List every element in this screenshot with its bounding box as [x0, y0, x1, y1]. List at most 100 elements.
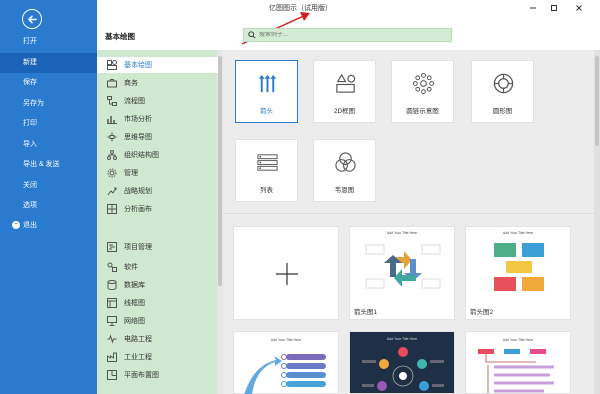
- circular-chain-icon: [412, 72, 435, 95]
- org-chart-icon: [107, 150, 117, 160]
- category-flowchart[interactable]: 流程图: [97, 93, 218, 109]
- tile-2d-shapes[interactable]: 2D框图: [313, 60, 376, 123]
- category-network[interactable]: 网络图: [97, 313, 218, 329]
- tile-list[interactable]: 列表: [235, 139, 298, 202]
- search-box[interactable]: [243, 28, 452, 42]
- category-mind-map[interactable]: 思维导图: [97, 129, 218, 145]
- template-thumbnail: Add Your Title Here: [234, 332, 338, 394]
- category-label: 线框图: [124, 300, 145, 307]
- category-management[interactable]: 管理: [97, 165, 218, 181]
- template-card-3[interactable]: Add Your Title Here: [233, 331, 339, 394]
- menu-options[interactable]: 选项: [0, 196, 97, 216]
- canvas-grid-icon: [107, 204, 117, 214]
- template-scrollbar-thumb[interactable]: [595, 56, 599, 146]
- tile-venn[interactable]: 韦恩图: [313, 139, 376, 202]
- category-label: 组织结构图: [124, 152, 159, 159]
- menu-open[interactable]: 打开: [0, 32, 97, 52]
- category-project-management[interactable]: 项目管理: [97, 239, 218, 255]
- section-title: 基本绘图: [105, 32, 135, 41]
- template-card-arrow-2[interactable]: Add Your Title Here 箭头图2: [465, 226, 571, 320]
- network-icon: [107, 316, 117, 326]
- radial-diagram-icon: [362, 347, 444, 391]
- category-label: 基本绘图: [124, 62, 152, 69]
- database-icon: [107, 280, 117, 290]
- category-scrollbar-thumb[interactable]: [218, 56, 222, 286]
- category-org-chart[interactable]: 组织结构图: [97, 147, 218, 163]
- category-label: 数据库: [124, 282, 145, 289]
- category-label: 项目管理: [124, 244, 152, 251]
- section-divider: [223, 213, 600, 214]
- template-card-arrow-1[interactable]: Add Your Title Here 箭头图1: [349, 226, 455, 320]
- category-floor-plan[interactable]: 平面布置图: [97, 367, 218, 383]
- four-arrow-diagram-icon: [494, 243, 544, 291]
- strategy-icon: [107, 186, 117, 196]
- tile-circular-chain[interactable]: 圆链示意图: [391, 60, 454, 123]
- minimize-icon[interactable]: [528, 3, 538, 13]
- category-label: 分析画布: [124, 206, 152, 213]
- tile-label: 2D框图: [333, 108, 356, 115]
- thumb-title: Add Your Title Here: [386, 231, 418, 235]
- template-thumbnail: Add Your Title Here: [350, 227, 454, 301]
- exit-icon: −: [12, 221, 20, 230]
- thumb-title: Add Your Title Here: [386, 337, 418, 341]
- category-label: 工业工程: [124, 354, 152, 361]
- template-caption: 箭头图1: [354, 309, 378, 316]
- category-label: 软件: [124, 264, 138, 271]
- tile-label: 韦恩图: [334, 187, 355, 194]
- menu-import[interactable]: 导入: [0, 135, 97, 155]
- thumb-title: Add Your Title Here: [502, 338, 534, 342]
- venn-icon: [335, 152, 356, 172]
- search-input[interactable]: [259, 32, 449, 38]
- backstage-sidebar: 打开 新建 保存 另存为 打印 导入 导出 & 发送 关闭 选项 − 退出: [0, 0, 97, 394]
- menu-new[interactable]: 新建: [0, 53, 97, 73]
- tile-arrows[interactable]: 箭头: [235, 60, 298, 123]
- maximize-icon[interactable]: [549, 3, 559, 13]
- close-icon[interactable]: [574, 3, 584, 13]
- circuit-icon: [107, 334, 117, 344]
- thumb-title: Add Your Title Here: [270, 338, 302, 342]
- menu-exit[interactable]: − 退出: [0, 216, 97, 236]
- category-industrial[interactable]: 工业工程: [97, 349, 218, 365]
- template-card-4[interactable]: Add Your Title Here: [349, 331, 455, 394]
- flow-list-diagram-icon: [478, 349, 554, 393]
- category-wireframe[interactable]: 线框图: [97, 295, 218, 311]
- tile-label: 圆链示意图: [406, 108, 439, 115]
- category-label: 网络图: [124, 318, 145, 325]
- category-label: 思维导图: [124, 134, 152, 141]
- menu-save-as[interactable]: 另存为: [0, 94, 97, 114]
- tile-label: 圆形图: [492, 108, 513, 115]
- category-basic-drawing[interactable]: 基本绘图: [97, 57, 218, 73]
- arrow-cycle-diagram-icon: [365, 244, 441, 289]
- category-label: 电路工程: [124, 336, 152, 343]
- menu-save[interactable]: 保存: [0, 73, 97, 93]
- menu-print[interactable]: 打印: [0, 114, 97, 134]
- curved-arrow-list-icon: [244, 354, 326, 394]
- back-button[interactable]: [22, 9, 42, 29]
- category-database[interactable]: 数据库: [97, 277, 218, 293]
- category-label: 平面布置图: [124, 372, 159, 379]
- category-electrical[interactable]: 电路工程: [97, 331, 218, 347]
- gear-icon: [107, 168, 117, 178]
- category-label: 管理: [124, 170, 138, 177]
- factory-icon: [107, 352, 117, 362]
- category-software[interactable]: 软件: [97, 259, 218, 275]
- template-thumbnail: Add Your Title Here: [350, 332, 454, 394]
- flowchart-icon: [107, 96, 117, 106]
- menu-close[interactable]: 关闭: [0, 176, 97, 196]
- category-strategy[interactable]: 战略规划: [97, 183, 218, 199]
- category-market-analysis[interactable]: 市场分析: [97, 111, 218, 127]
- floor-plan-icon: [107, 370, 117, 380]
- template-card-blank[interactable]: [233, 226, 339, 320]
- category-business[interactable]: 商务: [97, 75, 218, 91]
- wireframe-icon: [107, 298, 117, 308]
- category-label: 流程图: [124, 98, 145, 105]
- plus-icon: [276, 263, 298, 285]
- thumb-title: Add Your Title Here: [502, 231, 534, 235]
- search-icon: [248, 31, 256, 39]
- tile-circle-diagram[interactable]: 圆形图: [471, 60, 534, 123]
- template-card-5[interactable]: Add Your Title Here: [465, 331, 571, 394]
- software-icon: [107, 262, 117, 272]
- category-label: 战略规划: [124, 188, 152, 195]
- category-analysis-canvas[interactable]: 分析画布: [97, 201, 218, 217]
- menu-export-send[interactable]: 导出 & 发送: [0, 155, 97, 175]
